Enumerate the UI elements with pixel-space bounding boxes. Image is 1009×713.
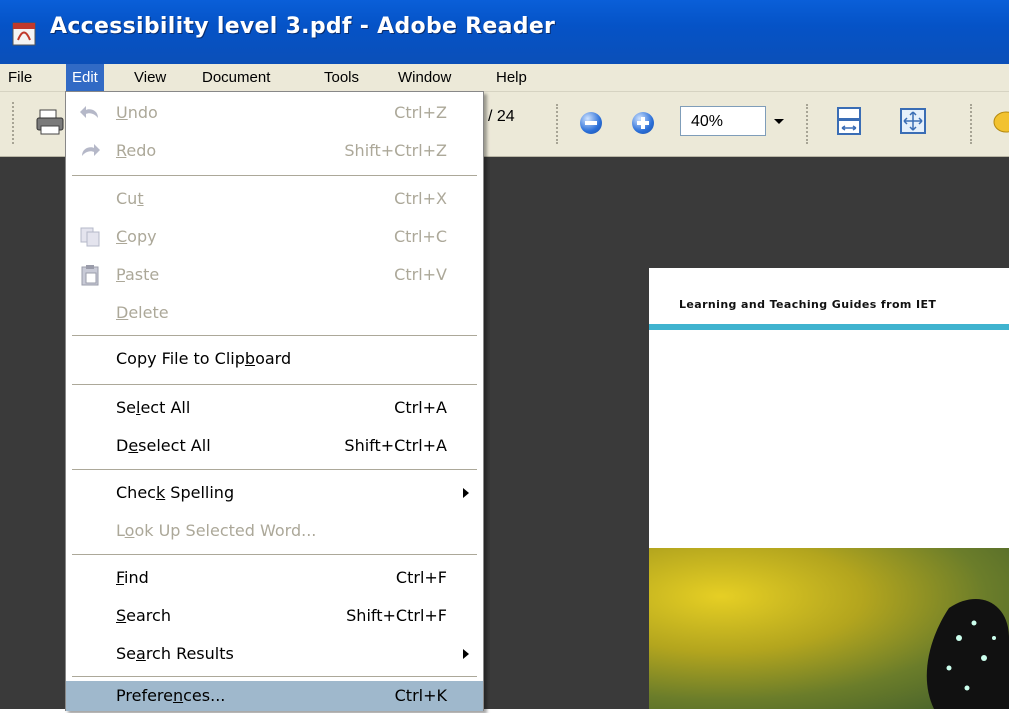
document-header: Learning and Teaching Guides from IET: [679, 298, 937, 311]
menu-item-search[interactable]: Search Shift+Ctrl+F: [66, 597, 483, 635]
menu-separator: [72, 335, 477, 337]
menu-item-search-results[interactable]: Search Results: [66, 635, 483, 673]
title-bar: Accessibility level 3.pdf - Adobe Reader: [0, 0, 1009, 64]
zoom-in-icon[interactable]: [632, 112, 654, 134]
document-page[interactable]: Learning and Teaching Guides from IET: [649, 268, 1009, 709]
menu-separator: [72, 384, 477, 386]
fit-page-icon[interactable]: [898, 106, 928, 136]
menu-item-find[interactable]: Find Ctrl+F: [66, 559, 483, 597]
fit-width-icon[interactable]: [834, 106, 864, 136]
menu-help[interactable]: Help: [490, 64, 533, 91]
undo-icon: [80, 106, 98, 118]
page-total: / 24: [488, 108, 515, 125]
adobe-reader-icon: [12, 22, 36, 46]
menu-document[interactable]: Document: [196, 64, 276, 91]
hand-tool-icon[interactable]: [990, 106, 1009, 136]
shortcut: Ctrl+F: [395, 568, 447, 587]
cover-photo: [649, 548, 1009, 709]
menu-tools[interactable]: Tools: [318, 64, 365, 91]
menu-item-look-up-selected-word[interactable]: Look Up Selected Word...: [66, 512, 483, 550]
shortcut: Ctrl+K: [394, 686, 447, 705]
menu-file[interactable]: File: [2, 64, 38, 91]
menu-separator: [72, 469, 477, 471]
toolbar-grip[interactable]: [806, 104, 812, 144]
shortcut: Ctrl+Z: [394, 103, 447, 122]
shortcut: Ctrl+V: [394, 265, 447, 284]
menu-item-preferences[interactable]: Preferences... Ctrl+K: [66, 681, 483, 711]
window-title: Accessibility level 3.pdf - Adobe Reader: [50, 14, 556, 39]
menu-separator: [72, 676, 477, 678]
menu-item-paste[interactable]: Paste Ctrl+V: [66, 256, 483, 294]
menu-item-redo[interactable]: Redo Shift+Ctrl+Z: [66, 132, 483, 170]
zoom-out-icon[interactable]: [580, 112, 602, 134]
menu-item-copy[interactable]: Copy Ctrl+C: [66, 218, 483, 256]
shortcut: Ctrl+A: [394, 398, 447, 417]
menu-separator: [72, 175, 477, 177]
submenu-arrow-icon: [463, 488, 469, 498]
printer-icon[interactable]: [36, 108, 64, 136]
menu-item-deselect-all[interactable]: Deselect All Shift+Ctrl+A: [66, 427, 483, 465]
redo-icon: [82, 144, 100, 156]
menu-item-copy-file-to-clipboard[interactable]: Copy File to Clipboard: [66, 340, 483, 378]
menu-item-delete[interactable]: Delete: [66, 294, 483, 332]
toolbar-grip[interactable]: [12, 102, 18, 144]
zoom-input[interactable]: 40%: [680, 106, 766, 136]
menu-item-select-all[interactable]: Select All Ctrl+A: [66, 389, 483, 427]
shortcut: Shift+Ctrl+Z: [344, 141, 447, 160]
shortcut: Ctrl+C: [393, 227, 447, 246]
toolbar-grip[interactable]: [970, 104, 976, 144]
menu-item-cut[interactable]: Cut Ctrl+X: [66, 180, 483, 218]
zoom-dropdown-icon[interactable]: [768, 106, 790, 136]
submenu-arrow-icon: [463, 649, 469, 659]
header-rule: [649, 324, 1009, 330]
shortcut: Ctrl+X: [394, 189, 447, 208]
shortcut: Shift+Ctrl+F: [346, 606, 447, 625]
menu-view[interactable]: View: [128, 64, 172, 91]
menu-bar: File Edit View Document Tools Window Hel…: [0, 64, 1009, 92]
paste-icon: [81, 265, 99, 286]
menu-item-undo[interactable]: Undo Ctrl+Z: [66, 94, 483, 132]
menu-separator: [72, 554, 477, 556]
menu-edit[interactable]: Edit: [66, 64, 104, 91]
copy-icon: [80, 227, 100, 247]
edit-menu: Undo Ctrl+Z Redo Shift+Ctrl+Z Cut Ctrl+X…: [65, 91, 484, 711]
shortcut: Shift+Ctrl+A: [344, 436, 447, 455]
menu-window[interactable]: Window: [392, 64, 457, 91]
menu-item-check-spelling[interactable]: Check Spelling: [66, 474, 483, 512]
toolbar-grip[interactable]: [556, 104, 562, 144]
butterfly-image: [926, 599, 1009, 709]
